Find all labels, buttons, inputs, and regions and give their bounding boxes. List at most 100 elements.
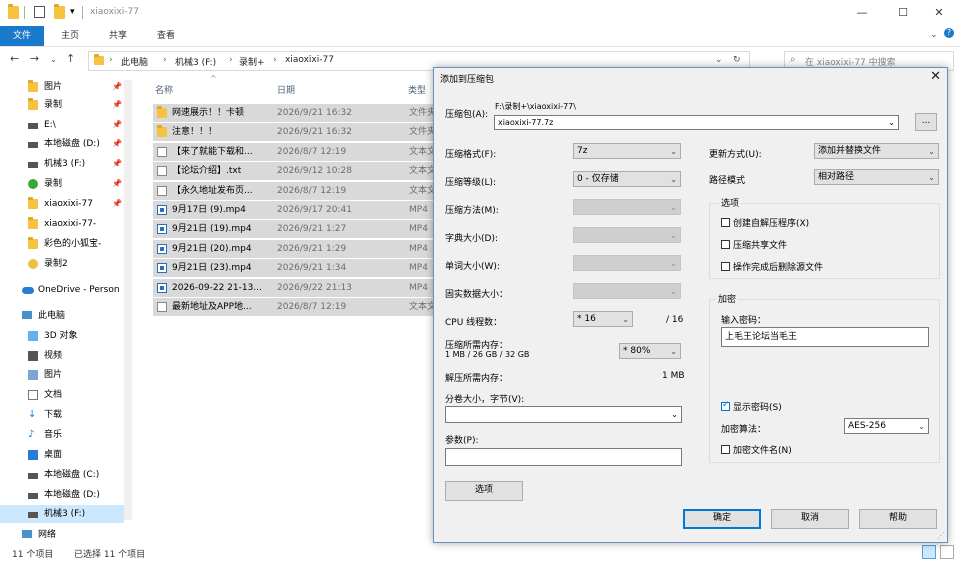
file-row[interactable]: 【永久地址发布页... 2026/8/7 12:19 文本文	[153, 182, 436, 200]
details-view-icon[interactable]	[922, 545, 936, 559]
large-icons-view-icon[interactable]	[940, 545, 954, 559]
chevron-down-icon: ⌄	[670, 175, 677, 184]
new-folder-icon[interactable]	[54, 4, 65, 19]
chevron-down-icon[interactable]: ⌄	[715, 55, 723, 65]
format-select[interactable]: 7z ⌄	[573, 143, 681, 159]
sidebar-item-f-drive-2[interactable]: 机械3 (F:)	[0, 505, 124, 523]
file-row[interactable]: 9月17日 (9).mp4 2026/9/17 20:41 MP4	[153, 201, 434, 219]
archive-name-input[interactable]: xiaoxixi-77.7z ⌄	[494, 115, 899, 130]
sidebar-item-downloads[interactable]: ↓ 下载	[0, 406, 124, 424]
sidebar-item-recording[interactable]: 录制 📌	[0, 96, 124, 114]
back-icon[interactable]: ←	[10, 52, 19, 65]
ok-button[interactable]: 确定	[683, 509, 761, 529]
sidebar-item-recording-3[interactable]: 录制2	[0, 255, 124, 273]
close-icon[interactable]: ✕	[930, 69, 941, 84]
sidebar-item-3d[interactable]: 3D 对象	[0, 327, 124, 345]
password-input[interactable]: 上毛王论坛当毛王	[721, 327, 929, 347]
text-file-icon	[157, 302, 167, 312]
breadcrumb-drive[interactable]: 机械3 (F:)	[175, 55, 216, 68]
sidebar-item-videos[interactable]: 视频	[0, 347, 124, 365]
minimize-icon[interactable]: —	[851, 4, 873, 22]
help-icon[interactable]: ?	[944, 28, 954, 38]
column-name[interactable]: 名称	[155, 83, 173, 96]
encrypt-names-checkbox[interactable]: 加密文件名(N)	[721, 443, 792, 456]
file-row[interactable]: 【来了就能下载和... 2026/8/7 12:19 文本文	[153, 143, 437, 161]
breadcrumb-folder[interactable]: 录制+	[239, 55, 265, 68]
sidebar-item-fox[interactable]: 彩色的小狐宝-	[0, 235, 124, 253]
refresh-icon[interactable]: ↻	[733, 55, 741, 65]
file-row[interactable]: 【论坛介绍】.txt 2026/9/12 10:28 文本文	[153, 162, 436, 180]
sfx-checkbox[interactable]: 创建自解压程序(X)	[721, 216, 809, 229]
memory-select[interactable]: * 80% ⌄	[619, 343, 681, 359]
recording-icon	[28, 259, 38, 269]
expand-ribbon-icon[interactable]: ⌄	[930, 30, 938, 40]
tab-file[interactable]: 文件	[0, 26, 44, 46]
level-select[interactable]: 0 - 仅存储 ⌄	[573, 171, 681, 187]
sidebar-item-c-drive[interactable]: 本地磁盘 (C:)	[0, 466, 124, 484]
tab-home[interactable]: 主页	[52, 26, 88, 46]
file-row[interactable]: 9月21日 (19).mp4 2026/9/21 1:27 MP4	[153, 220, 434, 238]
resize-grip-icon[interactable]: ⋰	[937, 531, 945, 540]
file-row[interactable]: 9月21日 (20).mp4 2026/9/21 1:29 MP4	[153, 240, 434, 258]
sidebar-scrollbar[interactable]	[124, 80, 132, 520]
sidebar-item-onedrive[interactable]: OneDrive - Person	[0, 281, 124, 299]
sidebar-item-f-drive[interactable]: 机械3 (F:) 📌	[0, 155, 124, 173]
column-type[interactable]: 类型	[408, 83, 426, 96]
options-button[interactable]: 选项	[445, 481, 523, 501]
params-input[interactable]	[445, 448, 682, 466]
file-row[interactable]: 网速展示！！卡顿 2026/9/21 16:32 文件夹	[153, 104, 436, 122]
recent-locations-icon[interactable]: ⌄	[50, 55, 57, 64]
file-row[interactable]: 最新地址及APP地... 2026/8/7 12:19 文本文	[153, 298, 436, 316]
file-type: 文本文	[409, 147, 437, 157]
video-file-icon	[157, 283, 167, 293]
volume-input[interactable]: ⌄	[445, 406, 682, 423]
help-button[interactable]: 帮助	[859, 509, 937, 529]
sidebar-item-music[interactable]: ♪ 音乐	[0, 426, 124, 444]
sidebar-item-e-drive[interactable]: E:\ 📌	[0, 116, 124, 134]
file-row[interactable]: 注意！！！ 2026/9/21 16:32 文件夹	[153, 123, 436, 141]
sidebar-item-thispc[interactable]: 此电脑	[0, 307, 124, 325]
pin-icon: 📌	[112, 179, 122, 188]
breadcrumb-current[interactable]: xiaoxixi-77	[285, 55, 334, 65]
update-select[interactable]: 添加并替换文件 ⌄	[814, 143, 939, 159]
breadcrumb-thispc[interactable]: 此电脑	[121, 55, 148, 68]
chevron-down-icon[interactable]: ⌄	[671, 408, 678, 422]
sidebar-item-xiaoxixi[interactable]: xiaoxixi-77 📌	[0, 195, 124, 213]
sidebar-item-network[interactable]: 网络	[0, 526, 124, 544]
chevron-down-icon[interactable]: ▾	[70, 7, 75, 17]
properties-icon[interactable]	[34, 6, 45, 18]
decompress-memory-label: 解压所需内存：	[445, 374, 509, 384]
cpu-select[interactable]: * 16 ⌄	[573, 311, 633, 327]
forward-icon[interactable]: →	[30, 52, 39, 65]
sidebar-item-d-drive[interactable]: 本地磁盘 (D:) 📌	[0, 135, 124, 153]
sidebar-item-recording-2[interactable]: 录制 📌	[0, 175, 124, 193]
cancel-button[interactable]: 取消	[771, 509, 849, 529]
up-icon[interactable]: ↑	[66, 52, 75, 65]
path-mode-select[interactable]: 相对路径 ⌄	[814, 169, 939, 185]
cube-icon	[28, 331, 38, 341]
sidebar-item-documents[interactable]: 文档	[0, 386, 124, 404]
tab-view[interactable]: 查看	[148, 26, 184, 46]
sidebar-item-xiaoxixi-2[interactable]: xiaoxixi-77-	[0, 215, 124, 233]
close-icon[interactable]: ✕	[928, 4, 950, 22]
encryption-method-select[interactable]: AES-256 ⌄	[844, 418, 929, 434]
browse-button[interactable]: ...	[915, 113, 937, 131]
chevron-down-icon: ⌄	[670, 347, 677, 356]
file-row[interactable]: 9月21日 (23).mp4 2026/9/21 1:34 MP4	[153, 259, 434, 277]
file-date: 2026/8/7 12:19	[277, 186, 347, 196]
tab-share[interactable]: 共享	[100, 26, 136, 46]
chevron-down-icon[interactable]: ⌄	[888, 116, 895, 129]
sidebar-item-pictures[interactable]: 图片 📌	[0, 78, 124, 96]
sidebar-item-pictures-2[interactable]: 图片	[0, 366, 124, 384]
maximize-icon[interactable]: ☐	[892, 4, 914, 22]
shared-files-checkbox[interactable]: 压缩共享文件	[721, 238, 787, 251]
delete-after-checkbox[interactable]: 操作完成后删除源文件	[721, 260, 823, 273]
sidebar-item-d-drive-2[interactable]: 本地磁盘 (D:)	[0, 486, 124, 504]
format-label: 压缩格式(F):	[445, 150, 497, 160]
video-file-icon	[157, 263, 167, 273]
file-row[interactable]: 2026-09-22 21-13... 2026/9/22 21:13 MP4	[153, 279, 434, 297]
dict-label: 字典大小(D):	[445, 234, 498, 244]
column-date[interactable]: 日期	[277, 83, 295, 96]
sidebar-item-desktop[interactable]: 桌面	[0, 446, 124, 464]
show-password-checkbox[interactable]: 显示密码(S)	[721, 400, 782, 413]
